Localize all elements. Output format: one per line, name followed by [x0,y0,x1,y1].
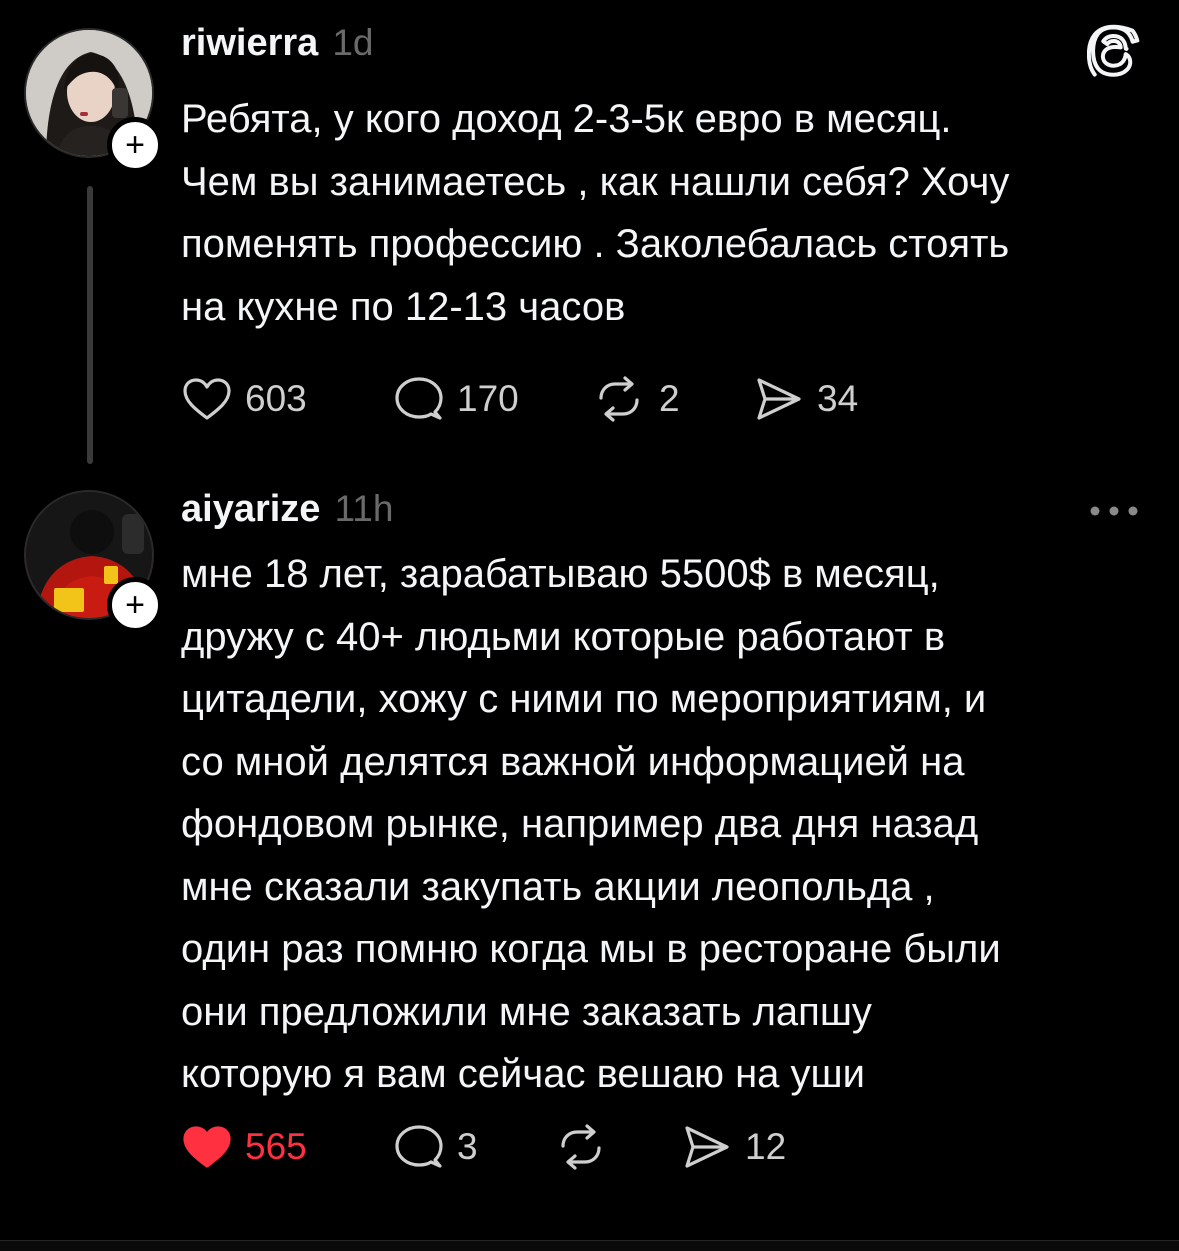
post-text-line: один раз помню когда мы в ресторане были [181,927,1001,971]
post-text-line: цитадели, хожу с ними по мероприятиям, и [181,677,987,721]
reply-button[interactable]: 3 [393,1124,553,1170]
heart-filled-icon [183,1126,231,1168]
post-text-line: мне 18 лет, зарабатываю 5500$ в месяц, [181,552,940,596]
post-text-line: мне сказали закупать акции леопольда , [181,864,935,909]
more-options-icon[interactable] [1089,505,1139,517]
follow-plus-button[interactable]: + [107,117,163,173]
post-actions: 565 3 12 [181,1124,841,1170]
comment-icon [395,377,443,420]
like-button[interactable]: 565 [181,1124,393,1170]
share-icon [685,1126,729,1168]
thread-post: + aiyarize 11h мне 18 лет, зарабатываю 5… [0,470,1179,1251]
post-text-line: поменять профессию . Заколебалась стоять [181,222,1010,266]
post-header: aiyarize 11h [181,488,393,531]
post-text-line: дружу с 40+ людьми которые работают в [181,614,946,659]
heart-icon [183,378,231,420]
username[interactable]: aiyarize [181,488,320,531]
post-text-line: которую я вам сейчас вешаю на уши [181,1052,865,1096]
post-time: 1d [332,22,374,63]
share-button[interactable]: 12 [681,1124,841,1170]
post-text-line: они предложили мне заказать лапшу [181,989,872,1034]
share-count: 12 [745,1126,787,1167]
repost-button[interactable] [553,1124,681,1170]
share-button[interactable]: 34 [753,376,913,422]
thread-post: + riwierra 1d Ребята, у кого доход 2-3-5… [0,0,1179,470]
like-count: 565 [245,1126,307,1167]
username[interactable]: riwierra [181,22,318,65]
post-text-line: со мной делятся важной информацией на [181,739,965,784]
share-count: 34 [817,378,859,419]
bottom-divider [0,1240,1179,1251]
post-text-line: на кухне по 12-13 часов [181,284,626,329]
like-count: 603 [245,378,307,419]
post-time: 11h [334,488,394,529]
repost-icon [599,376,639,422]
post-header: riwierra 1d [181,22,373,65]
post-text-line: Ребята, у кого доход 2-3-5к евро в месяц… [181,97,952,141]
like-button[interactable]: 603 [181,376,393,422]
post-text-line: Чем вы занимаетесь , как нашли себя? Хоч… [181,159,1010,204]
reply-count: 170 [457,378,519,419]
reply-count: 3 [457,1126,478,1167]
reply-button[interactable]: 170 [393,376,591,422]
post-text: мне 18 лет, зарабатываю 5500$ в месяц, д… [181,543,1156,1106]
thread-connector-line [87,186,93,464]
comment-icon [395,1125,443,1168]
follow-plus-button[interactable]: + [107,577,163,633]
post-actions: 603 170 2 34 [181,376,913,422]
share-icon [757,378,801,420]
post-text-line: фондовом рынке, например два дня назад [181,802,979,846]
post-text: Ребята, у кого доход 2-3-5к евро в месяц… [181,88,1156,338]
threads-logo-icon[interactable] [1087,24,1143,80]
repost-icon [561,1124,601,1170]
repost-count: 2 [659,378,680,419]
repost-button[interactable]: 2 [591,376,753,422]
